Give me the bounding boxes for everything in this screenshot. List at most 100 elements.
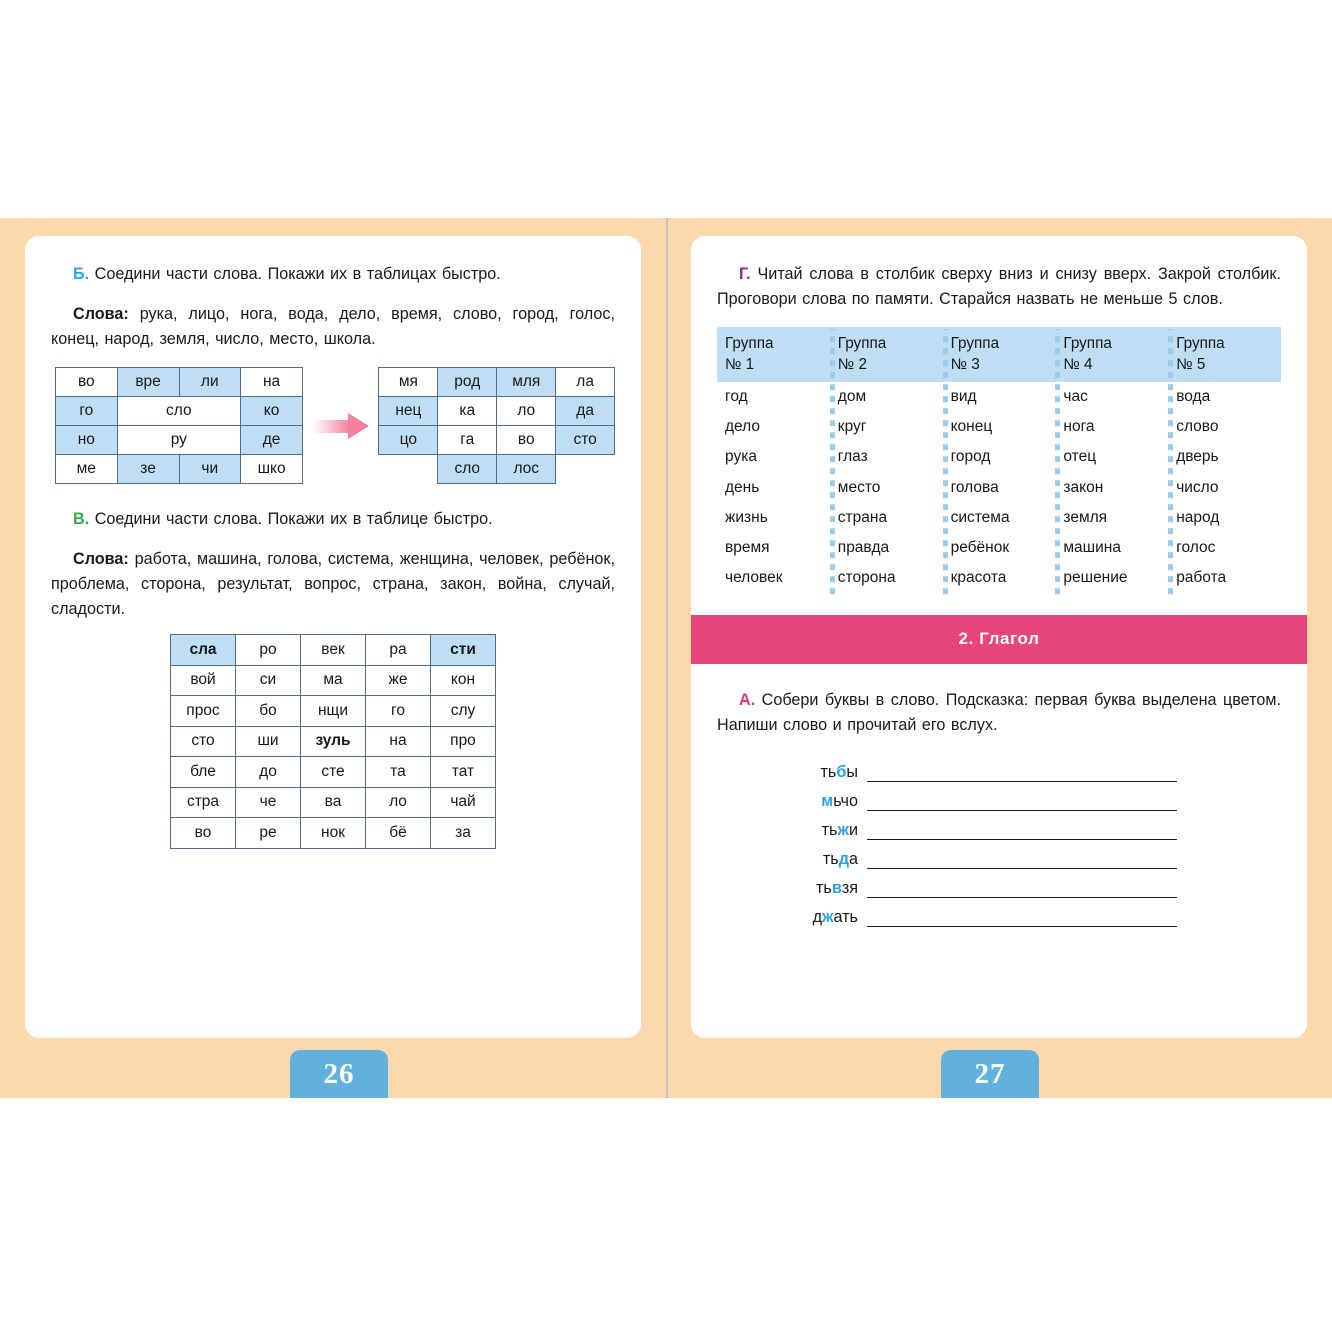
word-part-cell[interactable]: сто [555, 425, 615, 455]
exercise-v-instruction-text: Соедини части слова. Покажи их в таблице… [94, 510, 493, 528]
word-part-cell[interactable]: де [240, 425, 304, 455]
answer-write-line[interactable] [867, 794, 1177, 812]
word-part-cell[interactable]: сла [170, 634, 236, 666]
exercise-b-words-list: рука, лицо, нога, вода, дело, время, сло… [51, 305, 615, 348]
word-part-cell[interactable]: зуль [300, 725, 366, 757]
word-part-cell[interactable]: за [430, 817, 496, 849]
word-part-cell[interactable]: бо [235, 695, 301, 727]
answer-write-line[interactable] [867, 765, 1177, 783]
word-part-cell[interactable]: ма [300, 664, 366, 696]
exercise-g-marker: Г. [739, 265, 751, 283]
word-part-cell[interactable]: до [235, 756, 301, 788]
group-word: час [1063, 388, 1088, 405]
word-part-cell[interactable]: сте [300, 756, 366, 788]
word-part-cell[interactable]: вре [116, 367, 180, 397]
answer-write-line[interactable] [867, 823, 1177, 841]
word-part-cell[interactable]: сло [437, 454, 498, 484]
word-part-cell[interactable]: тат [430, 756, 496, 788]
word-part-cell[interactable]: ши [235, 725, 301, 757]
word-part-cell[interactable]: во [496, 425, 557, 455]
word-part-cell[interactable]: ра [365, 634, 431, 666]
word-part-cell[interactable]: нщи [300, 695, 366, 727]
group-word: время [725, 539, 770, 557]
word-part-cell[interactable]: да [555, 396, 615, 426]
word-part-cell[interactable]: слу [430, 695, 496, 727]
word-part-cell[interactable]: нец [378, 396, 439, 426]
word-part-cell[interactable]: же [365, 664, 431, 696]
word-part-cell[interactable]: про [430, 725, 496, 757]
word-part-cell[interactable]: но [55, 425, 118, 455]
word-part-cell[interactable]: лос [496, 454, 557, 484]
word-part-cell[interactable]: мя [378, 367, 439, 397]
word-part-cell[interactable]: ли [178, 367, 242, 397]
word-part-cell[interactable]: го [55, 396, 118, 426]
word-part-cell[interactable]: зе [116, 454, 180, 484]
word-part-cell[interactable]: бё [365, 817, 431, 849]
scrambled-word: мьчо [821, 792, 858, 811]
right-page-sheet: Г. Читай слова в столбик сверху вниз и с… [691, 236, 1307, 1038]
word-part-cell[interactable]: ру [116, 425, 242, 455]
group-word: круг [837, 418, 867, 436]
group-header: Группа № 3 [950, 327, 1056, 382]
table-row: бле до сте та тат [170, 756, 496, 788]
group-word: рука [725, 448, 757, 466]
word-part-cell[interactable]: цо [378, 425, 439, 455]
word-part-cell[interactable]: си [235, 664, 301, 696]
group-word: работа [1176, 569, 1227, 587]
word-groups-table: Группа № 1 год дело рука день жизнь время челове… [717, 327, 1281, 596]
word-part-cell[interactable]: на [365, 725, 431, 757]
group-word: земля [1063, 508, 1108, 526]
table-row: го сло ко [55, 396, 304, 426]
word-part-cell[interactable]: чи [178, 454, 242, 484]
word-part-cell[interactable]: нок [300, 817, 366, 849]
table-row: стра че ва ло чай [170, 786, 496, 818]
word-part-cell[interactable]: ка [437, 396, 498, 426]
word-part-cell[interactable]: сто [170, 725, 236, 757]
word-part-cell[interactable]: стра [170, 786, 236, 818]
word-part-cell[interactable]: мля [496, 367, 557, 397]
word-part-cell[interactable]: прос [170, 695, 236, 727]
word-part-cell[interactable]: век [300, 634, 366, 666]
word-part-cell[interactable]: шко [240, 454, 304, 484]
word-part-cell[interactable]: во [170, 817, 236, 849]
table-row: ме зе чи шко [55, 454, 304, 484]
word-part-cell[interactable]: ло [496, 396, 557, 426]
exercise-b-instruction: Б. Соедини части слова. Покажи их в табл… [51, 262, 615, 287]
word-part-cell[interactable]: чай [430, 786, 496, 818]
word-part-cell[interactable]: сло [116, 396, 242, 426]
word-part-cell[interactable]: че [235, 786, 301, 818]
column-dotted-separator [1168, 329, 1174, 596]
word-part-cell[interactable]: бле [170, 756, 236, 788]
answer-write-line[interactable] [867, 910, 1177, 928]
empty-cell [556, 455, 615, 484]
group-word: дом [837, 388, 867, 405]
left-page: Б. Соедини части слова. Покажи их в табл… [0, 218, 666, 1098]
word-part-cell[interactable]: род [437, 367, 498, 397]
word-part-cell[interactable]: кон [430, 664, 496, 696]
exercise-a-instruction: А. Собери буквы в слово. Подсказка: перв… [717, 688, 1281, 738]
group-word: место [837, 478, 881, 496]
word-part-cell[interactable]: на [240, 367, 304, 397]
word-part-cell[interactable]: во [55, 367, 118, 397]
table-row: во ре нок бё за [170, 817, 496, 849]
answer-write-line[interactable] [867, 881, 1177, 899]
word-part-cell[interactable]: го [365, 695, 431, 727]
word-part-cell[interactable]: ме [55, 454, 118, 484]
scrambled-word: джать [812, 908, 858, 927]
word-part-cell[interactable]: га [437, 425, 498, 455]
answer-write-line[interactable] [867, 852, 1177, 870]
word-parts-table-left: во вре ли на го сло ко но ру де ме зе чи шко [55, 367, 304, 484]
two-page-spread: Б. Соедини части слова. Покажи их в табл… [0, 218, 1332, 1098]
word-part-cell[interactable]: ла [555, 367, 615, 397]
word-part-cell[interactable]: ре [235, 817, 301, 849]
scrambled-word-row: мьчо [777, 782, 1281, 812]
word-part-cell[interactable]: та [365, 756, 431, 788]
word-part-cell[interactable]: ко [240, 396, 304, 426]
highlighted-letter: ж [822, 908, 834, 927]
word-part-cell[interactable]: вой [170, 664, 236, 696]
word-part-cell[interactable]: сти [430, 634, 496, 666]
word-part-cell[interactable]: ло [365, 786, 431, 818]
word-part-cell[interactable]: ро [235, 634, 301, 666]
word-part-cell[interactable]: ва [300, 786, 366, 818]
table-row: но ру де [55, 425, 304, 455]
